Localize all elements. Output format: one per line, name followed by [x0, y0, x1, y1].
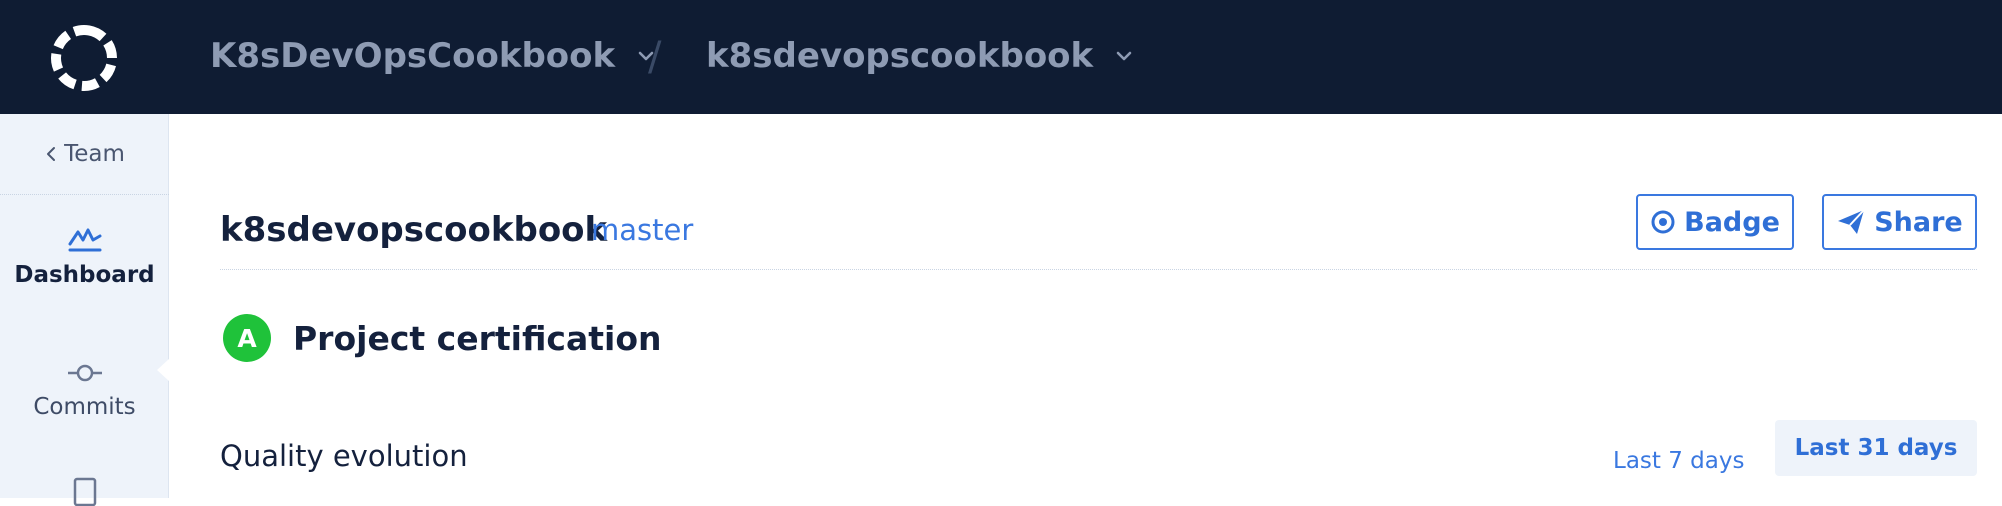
- paper-plane-icon: [1838, 209, 1865, 234]
- dashboard-chart-icon: [68, 228, 101, 252]
- repo-name: k8sdevopscookbook: [706, 36, 1094, 76]
- file-icon: [73, 477, 96, 506]
- breadcrumb-separator: /: [648, 34, 662, 80]
- sidebar: Team Dashboard Commits: [0, 114, 170, 506]
- grade-badge: A: [223, 314, 271, 362]
- sidebar-item-label: Dashboard: [14, 262, 155, 288]
- sidebar-item-dashboard[interactable]: Dashboard: [0, 224, 169, 324]
- main-content: k8sdevopscookbook master Badge Share A P…: [169, 114, 2002, 498]
- top-navigation-bar: K8sDevOpsCookbook / k8sdevopscookbook: [0, 0, 2002, 114]
- back-to-team-link[interactable]: Team: [0, 114, 169, 195]
- chevron-left-icon: [47, 147, 56, 161]
- page-title: k8sdevopscookbook: [220, 210, 608, 250]
- divider: [220, 269, 1977, 270]
- sidebar-item-label: Commits: [33, 394, 136, 420]
- branch-selector[interactable]: master: [591, 213, 693, 247]
- codacy-logo-icon[interactable]: [46, 20, 122, 96]
- sidebar-item-files[interactable]: [0, 476, 169, 506]
- chevron-down-icon: [1116, 51, 1132, 61]
- section-title-certification: Project certification: [293, 319, 662, 358]
- org-selector[interactable]: K8sDevOpsCookbook: [210, 30, 655, 82]
- range-option-7-days[interactable]: Last 7 days: [1613, 434, 1744, 488]
- badge-button[interactable]: Badge: [1636, 194, 1794, 250]
- share-button-label: Share: [1874, 206, 1963, 238]
- back-label: Team: [64, 141, 125, 167]
- range-option-31-days[interactable]: Last 31 days: [1775, 420, 1977, 476]
- repo-selector[interactable]: k8sdevopscookbook: [706, 30, 1133, 82]
- sidebar-item-commits[interactable]: Commits: [0, 360, 169, 460]
- section-title-quality: Quality evolution: [220, 439, 468, 473]
- commit-icon: [67, 364, 102, 382]
- org-name: K8sDevOpsCookbook: [210, 36, 616, 76]
- target-icon: [1651, 210, 1675, 234]
- badge-button-label: Badge: [1684, 206, 1780, 238]
- share-button[interactable]: Share: [1822, 194, 1977, 250]
